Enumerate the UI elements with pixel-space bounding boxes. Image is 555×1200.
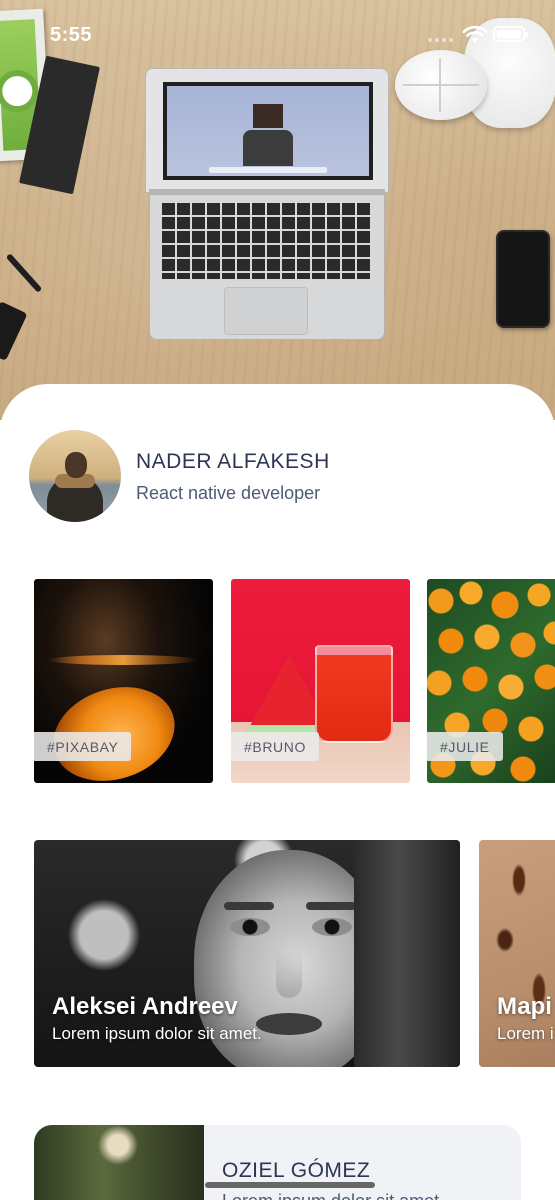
battery-icon <box>493 26 528 42</box>
smartphone-decoration <box>496 230 550 328</box>
laptop-illustration <box>145 68 389 340</box>
profile-header[interactable]: NADER ALFAKESH React native developer <box>29 430 529 522</box>
feature-card[interactable]: Марі Lorem i <box>479 840 555 1067</box>
tag-tile-bruno[interactable]: #BRUNO <box>231 579 410 783</box>
feature-card-subtitle: Lorem ipsum dolor sit amet. <box>52 1024 262 1043</box>
avatar[interactable] <box>29 430 121 522</box>
list-card-subtitle: Lorem ipsum dolor sit amet. <box>222 1191 444 1200</box>
profile-name: NADER ALFAKESH <box>136 450 330 473</box>
profile-role: React native developer <box>136 483 321 503</box>
status-time: 5:55 <box>50 24 93 46</box>
list-card[interactable]: OZIEL GÓMEZ Lorem ipsum dolor sit amet. <box>34 1125 521 1200</box>
tag-label: #BRUNO <box>231 732 319 761</box>
tag-tile-pixabay[interactable]: #PIXABAY <box>34 579 213 783</box>
pen-decoration <box>5 253 43 293</box>
list-card-thumbnail <box>34 1125 204 1200</box>
signal-dots-icon <box>428 38 453 42</box>
tag-label: #PIXABAY <box>34 732 132 761</box>
tag-tile-julie[interactable]: #JULIE <box>427 579 555 783</box>
feature-card-title: Aleksei Andreev <box>52 993 238 1020</box>
tag-label: #JULIE <box>427 732 503 761</box>
wifi-icon <box>462 25 488 43</box>
phone-decoration <box>0 301 28 361</box>
list-card-title: OZIEL GÓMEZ <box>222 1159 371 1182</box>
app-screen: 5:55 NADER ALFAKESH React native develop… <box>0 0 555 1200</box>
status-bar: 5:55 <box>0 0 555 70</box>
feature-card[interactable]: Aleksei Andreev Lorem ipsum dolor sit am… <box>34 840 460 1067</box>
feature-card-title: Марі <box>497 993 552 1020</box>
feature-card-subtitle: Lorem i <box>497 1024 554 1043</box>
home-indicator[interactable] <box>205 1182 375 1188</box>
